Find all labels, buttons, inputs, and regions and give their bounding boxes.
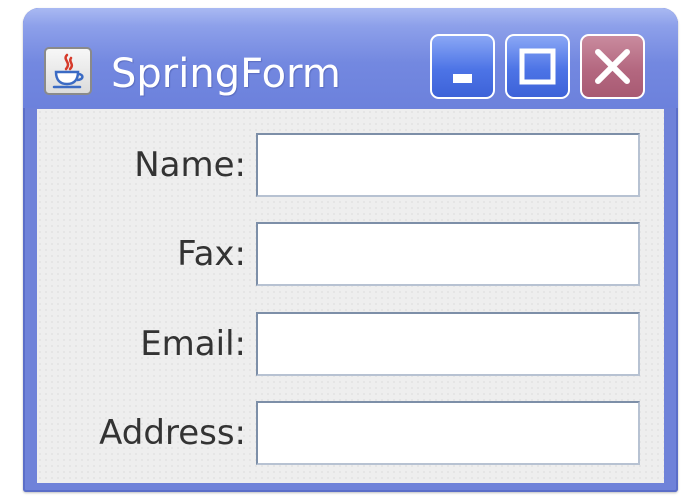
maximize-button[interactable] [505,34,570,99]
name-row: Name: [37,133,664,197]
email-field[interactable] [256,312,640,376]
fax-field[interactable] [256,222,640,286]
address-label: Address: [99,413,246,453]
fax-row: Fax: [37,222,664,286]
name-field[interactable] [256,133,640,197]
name-label: Name: [134,145,246,185]
minimize-button[interactable] [430,34,495,99]
address-row: Address: [37,401,664,465]
minimize-icon [453,74,472,83]
springform-window: SpringForm Name: Fax: Email: Address: [23,8,678,492]
maximize-icon [519,48,556,85]
email-row: Email: [37,312,664,376]
address-field[interactable] [256,401,640,465]
close-icon [595,49,630,84]
close-button[interactable] [580,34,645,99]
title-bar[interactable]: SpringForm [23,8,678,108]
window-title: SpringForm [111,51,341,97]
email-label: Email: [140,324,246,364]
java-cup-icon[interactable] [44,47,92,95]
form-panel: Name: Fax: Email: Address: [37,109,664,483]
fax-label: Fax: [177,234,246,274]
